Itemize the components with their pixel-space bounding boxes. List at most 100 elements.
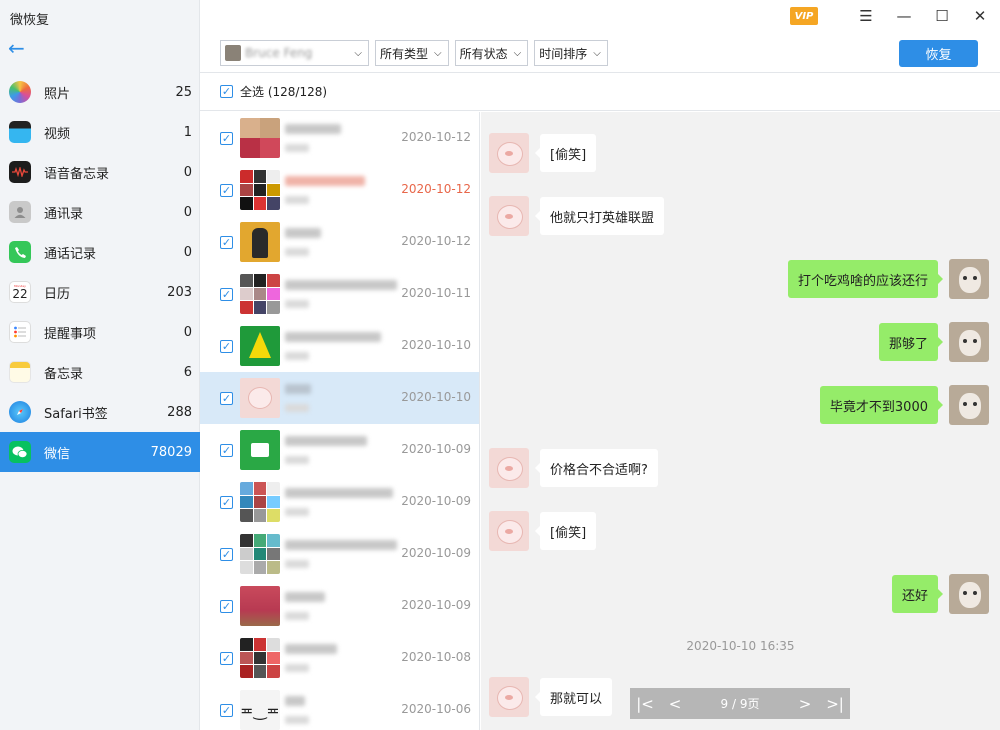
restore-button[interactable]: 恢复 xyxy=(899,40,978,67)
row-checkbox[interactable]: ✓ xyxy=(220,443,233,457)
sidebar-item-count: 78029 xyxy=(150,444,192,460)
message-sent: 毕竟才不到3000 xyxy=(819,385,989,425)
chevron-down-icon: ⌵ xyxy=(354,47,362,59)
conversation-avatar: ≖‿≖ xyxy=(240,690,280,730)
maximize-icon[interactable]: ☐ xyxy=(924,2,960,30)
sidebar-item-label: 通话记录 xyxy=(44,246,97,262)
row-checkbox[interactable]: ✓ xyxy=(220,547,233,561)
conversation-date: 2020-10-09 xyxy=(401,546,471,560)
sidebar-item-notes[interactable]: 备忘录 6 xyxy=(0,352,200,392)
contacts-icon xyxy=(9,201,31,223)
conversation-row[interactable]: ✓ 2020-10-12 xyxy=(200,112,479,164)
voice-memo-icon xyxy=(9,161,31,183)
row-checkbox[interactable]: ✓ xyxy=(220,599,233,613)
wechat-icon xyxy=(9,441,31,463)
message-bubble: 他就只打英雄联盟 xyxy=(534,197,665,235)
sidebar: 微恢复 ← 照片 25 视频 1 语音备忘录 0 通讯录 0 通话记录 0 Mo… xyxy=(0,0,200,730)
toolbar: VIP ☰ — ☐ ✕ Bruce Feng ⌵ 所有类型 ⌵ 所有状态 ⌵ 时… xyxy=(200,0,1000,73)
message-bubble: 价格合不合适啊? xyxy=(535,449,658,487)
row-checkbox[interactable]: ✓ xyxy=(220,183,233,197)
page-indicator: 9 / 9页 xyxy=(720,697,760,711)
sidebar-item-photos[interactable]: 照片 25 xyxy=(0,72,200,112)
conversation-row[interactable]: ✓ 2020-10-09 xyxy=(200,528,479,580)
conversation-date: 2020-10-08 xyxy=(401,650,471,664)
account-dropdown[interactable]: Bruce Feng ⌵ xyxy=(220,40,369,66)
sidebar-item-voice-memos[interactable]: 语音备忘录 0 xyxy=(0,152,200,192)
close-icon[interactable]: ✕ xyxy=(962,2,998,30)
calendar-icon-date: 22 xyxy=(12,286,28,301)
message-received: [偷笑] xyxy=(489,133,597,173)
back-arrow-icon[interactable]: ← xyxy=(8,38,30,60)
message-bubble: 那就可以 xyxy=(534,678,613,716)
sidebar-item-count: 0 xyxy=(183,164,192,180)
sidebar-item-call-history[interactable]: 通话记录 0 xyxy=(0,232,200,272)
sidebar-item-count: 25 xyxy=(175,84,192,100)
message-sent: 那够了 xyxy=(878,322,989,362)
message-bubble: 毕竟才不到3000 xyxy=(819,386,944,424)
last-page-icon[interactable]: >| xyxy=(820,688,850,719)
sidebar-item-label: Safari书签 xyxy=(44,406,108,422)
select-all-label: 全选 (128/128) xyxy=(240,85,328,99)
type-filter-dropdown[interactable]: 所有类型 ⌵ xyxy=(375,40,449,66)
conversation-row[interactable]: ✓ 2020-10-09 xyxy=(200,424,479,476)
clapperboard-icon xyxy=(9,121,31,143)
message-bubble: 打个吃鸡啥的应该还行 xyxy=(787,260,944,298)
row-checkbox[interactable]: ✓ xyxy=(220,287,233,301)
conversation-date: 2020-10-10 xyxy=(401,390,471,404)
message-received: [偷笑] xyxy=(489,511,597,551)
conversation-row[interactable]: ✓ 2020-10-11 xyxy=(200,268,479,320)
select-all-checkbox[interactable]: ✓ xyxy=(220,85,233,98)
conversation-row[interactable]: ✓ 2020-10-10 xyxy=(200,320,479,372)
sidebar-item-calendar[interactable]: Monday 22 日历 203 xyxy=(0,272,200,312)
sort-dropdown[interactable]: 时间排序 ⌵ xyxy=(534,40,608,66)
row-checkbox[interactable]: ✓ xyxy=(220,391,233,405)
contact-avatar xyxy=(489,448,529,488)
sidebar-item-label: 日历 xyxy=(44,286,71,302)
conversation-row[interactable]: ✓ 2020-10-09 xyxy=(200,580,479,632)
chevron-down-icon: ⌵ xyxy=(593,47,601,59)
conversation-row[interactable]: ✓ 2020-10-09 xyxy=(200,476,479,528)
sidebar-item-label: 通讯录 xyxy=(44,206,84,222)
conversation-avatar xyxy=(240,326,280,366)
status-filter-dropdown[interactable]: 所有状态 ⌵ xyxy=(454,40,529,66)
account-name: Bruce Feng xyxy=(245,46,313,60)
message-received: 他就只打英雄联盟 xyxy=(489,196,665,236)
menu-icon[interactable]: ☰ xyxy=(848,2,884,30)
message-sent: 打个吃鸡啥的应该还行 xyxy=(787,259,989,299)
sidebar-item-label: 视频 xyxy=(44,126,71,142)
sidebar-item-count: 0 xyxy=(183,324,192,340)
row-checkbox[interactable]: ✓ xyxy=(220,131,233,145)
sidebar-item-label: 备忘录 xyxy=(44,366,84,382)
first-page-icon[interactable]: |< xyxy=(630,688,660,719)
minimize-icon[interactable]: — xyxy=(886,2,922,30)
row-checkbox[interactable]: ✓ xyxy=(220,651,233,665)
contact-avatar xyxy=(489,196,529,236)
sidebar-item-label: 照片 xyxy=(44,86,71,102)
reminders-icon xyxy=(9,321,31,343)
sidebar-item-label: 微信 xyxy=(44,446,71,462)
conversation-avatar xyxy=(240,118,280,158)
sidebar-item-count: 6 xyxy=(183,364,192,380)
conversation-row[interactable]: ✓ ≖‿≖ 2020-10-06 xyxy=(200,684,479,730)
sidebar-item-contacts[interactable]: 通讯录 0 xyxy=(0,192,200,232)
row-checkbox[interactable]: ✓ xyxy=(220,703,233,717)
conversation-row[interactable]: ✓ 2020-10-12 xyxy=(200,216,479,268)
dropdown-label: 所有类型 xyxy=(380,46,429,61)
next-page-icon[interactable]: > xyxy=(790,688,820,719)
conversation-row[interactable]: ✓ 2020-10-12 xyxy=(200,164,479,216)
sidebar-item-wechat[interactable]: 微信 78029 xyxy=(0,432,200,472)
conversation-date: 2020-10-12 xyxy=(401,234,471,248)
vip-badge[interactable]: VIP xyxy=(790,7,818,25)
row-checkbox[interactable]: ✓ xyxy=(220,235,233,249)
conversation-row[interactable]: ✓ 2020-10-10 xyxy=(200,372,479,424)
sidebar-item-videos[interactable]: 视频 1 xyxy=(0,112,200,152)
calendar-icon: Monday 22 xyxy=(9,281,31,303)
row-checkbox[interactable]: ✓ xyxy=(220,339,233,353)
conversation-row[interactable]: ✓ 2020-10-08 xyxy=(200,632,479,684)
sidebar-item-safari-bookmarks[interactable]: Safari书签 288 xyxy=(0,392,200,432)
row-checkbox[interactable]: ✓ xyxy=(220,495,233,509)
conversation-avatar xyxy=(240,534,280,574)
previous-page-icon[interactable]: < xyxy=(660,688,690,719)
conversation-date: 2020-10-12 xyxy=(401,130,471,144)
sidebar-item-reminders[interactable]: 提醒事项 0 xyxy=(0,312,200,352)
